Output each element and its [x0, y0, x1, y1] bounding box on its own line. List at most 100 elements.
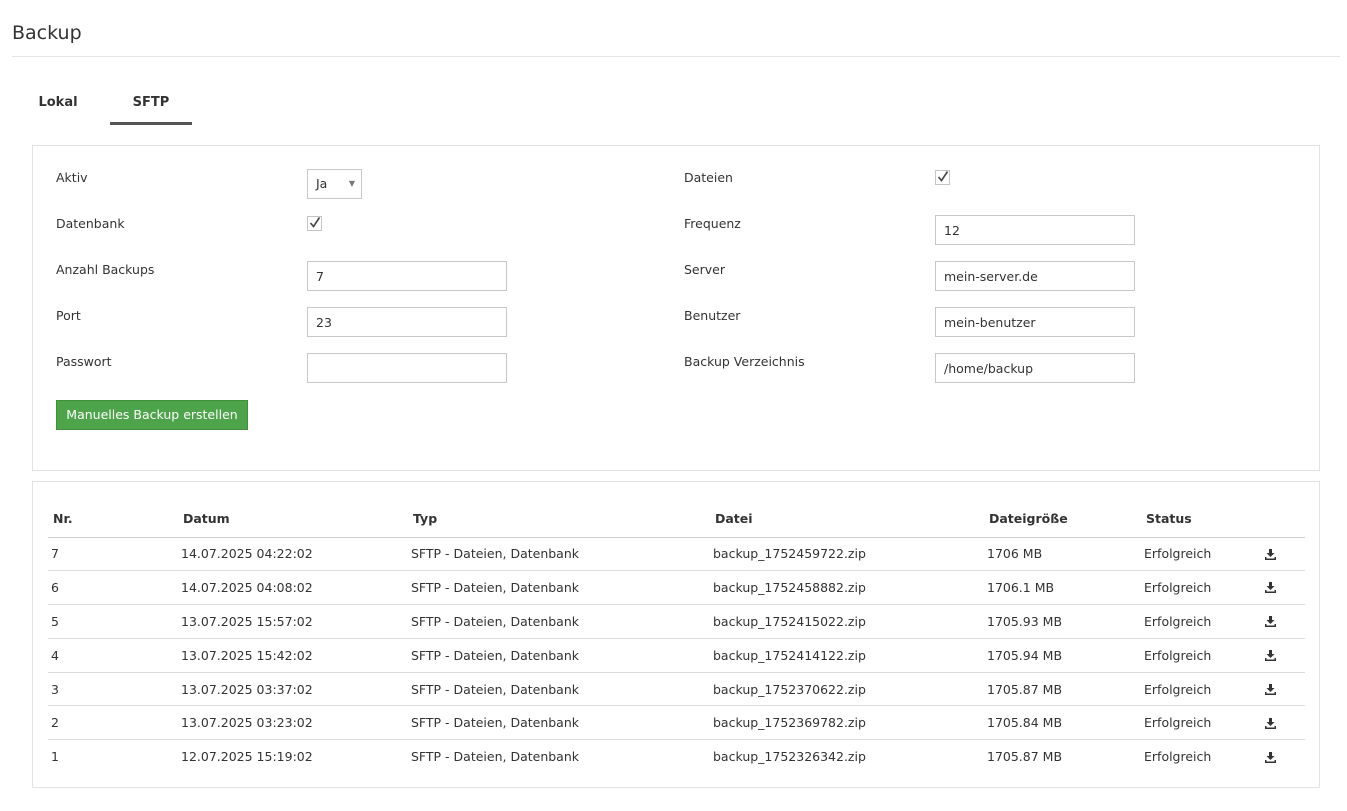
- table-row: 3 13.07.2025 03:37:02 SFTP - Dateien, Date…: [48, 672, 1305, 707]
- table-row: 7 14.07.2025 04:22:02 SFTP - Dateien, Date…: [48, 537, 1305, 572]
- aktiv-select[interactable]: Ja ▼: [307, 169, 362, 199]
- cell-status: Erfolgreich: [1141, 537, 1261, 572]
- cell-action: [1261, 638, 1305, 673]
- cell-datum: 13.07.2025 15:57:02: [178, 604, 408, 639]
- tab-sftp[interactable]: SFTP: [110, 86, 192, 125]
- download-icon[interactable]: [1264, 717, 1278, 731]
- cell-groesse: 1706 MB: [984, 537, 1141, 572]
- backup-list-panel: Nr. Datum Typ Datei Dateigröße Status 71…: [32, 481, 1320, 788]
- cell-typ: SFTP - Dateien, Datenbank: [408, 537, 710, 572]
- table-row: 5 13.07.2025 15:57:02 SFTP - Dateien, Date…: [48, 604, 1305, 639]
- cell-status: Erfolgreich: [1141, 570, 1261, 606]
- anzahl-backups-input[interactable]: [307, 261, 507, 291]
- column-header-datum[interactable]: Datum: [178, 500, 408, 538]
- download-icon[interactable]: [1264, 683, 1278, 697]
- anzahl-backups-label: Anzahl Backups: [56, 262, 155, 277]
- cell-typ: SFTP - Dateien, Datenbank: [408, 672, 710, 707]
- cell-datei: backup_1752415022.zip: [710, 604, 984, 639]
- passwort-input[interactable]: [307, 353, 507, 383]
- column-header-dateigroesse[interactable]: Dateigröße: [984, 500, 1141, 538]
- server-label: Server: [684, 262, 725, 277]
- table-row: 1 12.07.2025 15:19:02 SFTP - Dateien, Date…: [48, 740, 1305, 774]
- cell-action: [1261, 740, 1305, 774]
- sftp-settings-panel: Aktiv Datenbank Anzahl Backups Port Pass…: [32, 145, 1320, 471]
- server-input[interactable]: [935, 261, 1135, 291]
- cell-action: [1261, 705, 1305, 741]
- port-label: Port: [56, 308, 81, 323]
- table-row: 4 13.07.2025 15:42:02 SFTP - Dateien, Date…: [48, 638, 1305, 673]
- cell-action: [1261, 537, 1305, 572]
- cell-datum: 13.07.2025 15:42:02: [178, 638, 408, 673]
- cell-datum: 13.07.2025 03:23:02: [178, 705, 408, 741]
- cell-action: [1261, 570, 1305, 606]
- column-header-status[interactable]: Status: [1141, 500, 1261, 538]
- page-title: Backup: [12, 22, 82, 44]
- backup-verzeichnis-input[interactable]: [935, 353, 1135, 383]
- cell-datum: 12.07.2025 15:19:02: [181, 749, 313, 765]
- cell-typ: SFTP - Dateien, Datenbank: [408, 570, 710, 606]
- table-row: 2 13.07.2025 03:23:02 SFTP - Dateien, Date…: [48, 705, 1305, 741]
- column-header-typ[interactable]: Typ: [408, 500, 710, 538]
- checkmark-icon: [937, 171, 949, 182]
- cell-typ: SFTP - Dateien, Datenbank: [408, 604, 710, 639]
- cell-status: Erfolgreich: [1141, 638, 1261, 673]
- column-header-datei[interactable]: Datei: [710, 500, 984, 538]
- cell-typ: SFTP - Dateien, Datenbank: [411, 749, 579, 765]
- table-row: 6 14.07.2025 04:08:02 SFTP - Dateien, Date…: [48, 570, 1305, 606]
- cell-datum: 14.07.2025 04:22:02: [178, 537, 408, 572]
- cell-nr: 3: [48, 672, 178, 707]
- cell-datei: backup_1752414122.zip: [710, 638, 984, 673]
- benutzer-input[interactable]: [935, 307, 1135, 337]
- cell-nr: 5: [48, 604, 178, 639]
- cell-typ: SFTP - Dateien, Datenbank: [408, 705, 710, 741]
- cell-datei: backup_1752369782.zip: [710, 705, 984, 741]
- cell-nr: 2: [48, 705, 178, 741]
- column-header-nr[interactable]: Nr.: [48, 500, 178, 538]
- cell-nr: 4: [48, 638, 178, 673]
- cell-groesse: 1706.1 MB: [984, 570, 1141, 606]
- cell-datei: backup_1752459722.zip: [710, 537, 984, 572]
- passwort-label: Passwort: [56, 354, 112, 369]
- datenbank-label: Datenbank: [56, 216, 125, 231]
- cell-datum: 14.07.2025 04:08:02: [178, 570, 408, 606]
- cell-status: Erfolgreich: [1144, 749, 1212, 765]
- dateien-checkbox[interactable]: [935, 170, 950, 185]
- cell-groesse: 1705.87 MB: [984, 672, 1141, 707]
- cell-typ: SFTP - Dateien, Datenbank: [408, 638, 710, 673]
- cell-groesse: 1705.94 MB: [984, 638, 1141, 673]
- cell-datum: 13.07.2025 03:37:02: [178, 672, 408, 707]
- cell-groesse: 1705.93 MB: [984, 604, 1141, 639]
- cell-status: Erfolgreich: [1141, 604, 1261, 639]
- download-icon[interactable]: [1264, 548, 1278, 562]
- benutzer-label: Benutzer: [684, 308, 741, 323]
- port-input[interactable]: [307, 307, 507, 337]
- cell-status: Erfolgreich: [1141, 705, 1261, 741]
- cell-groesse: 1705.84 MB: [984, 705, 1141, 741]
- cell-nr: 6: [48, 570, 178, 606]
- table-header-row: Nr. Datum Typ Datei Dateigröße Status: [48, 500, 1305, 538]
- cell-datei: backup_1752458882.zip: [710, 570, 984, 606]
- column-header-actions: [1261, 500, 1305, 538]
- title-divider: [12, 56, 1340, 57]
- frequenz-label: Frequenz: [684, 216, 741, 231]
- download-icon[interactable]: [1264, 751, 1278, 765]
- cell-groesse: 1705.87 MB: [987, 749, 1063, 765]
- datenbank-checkbox[interactable]: [307, 216, 322, 231]
- cell-action: [1261, 604, 1305, 639]
- dateien-label: Dateien: [684, 170, 733, 185]
- download-icon[interactable]: [1264, 615, 1278, 629]
- cell-nr: 7: [48, 537, 178, 572]
- caret-down-icon: ▼: [348, 179, 355, 188]
- frequenz-input[interactable]: [935, 215, 1135, 245]
- download-icon[interactable]: [1264, 649, 1278, 663]
- aktiv-select-value: Ja: [316, 176, 328, 191]
- tab-lokal[interactable]: Lokal: [28, 86, 88, 125]
- cell-datei: backup_1752326342.zip: [713, 749, 866, 765]
- cell-nr: 1: [51, 749, 59, 765]
- download-icon[interactable]: [1264, 581, 1278, 595]
- aktiv-label: Aktiv: [56, 170, 88, 185]
- manual-backup-button[interactable]: Manuelles Backup erstellen: [56, 400, 248, 430]
- checkmark-icon: [309, 217, 321, 228]
- backup-verzeichnis-label: Backup Verzeichnis: [684, 354, 805, 369]
- cell-datei: backup_1752370622.zip: [710, 672, 984, 707]
